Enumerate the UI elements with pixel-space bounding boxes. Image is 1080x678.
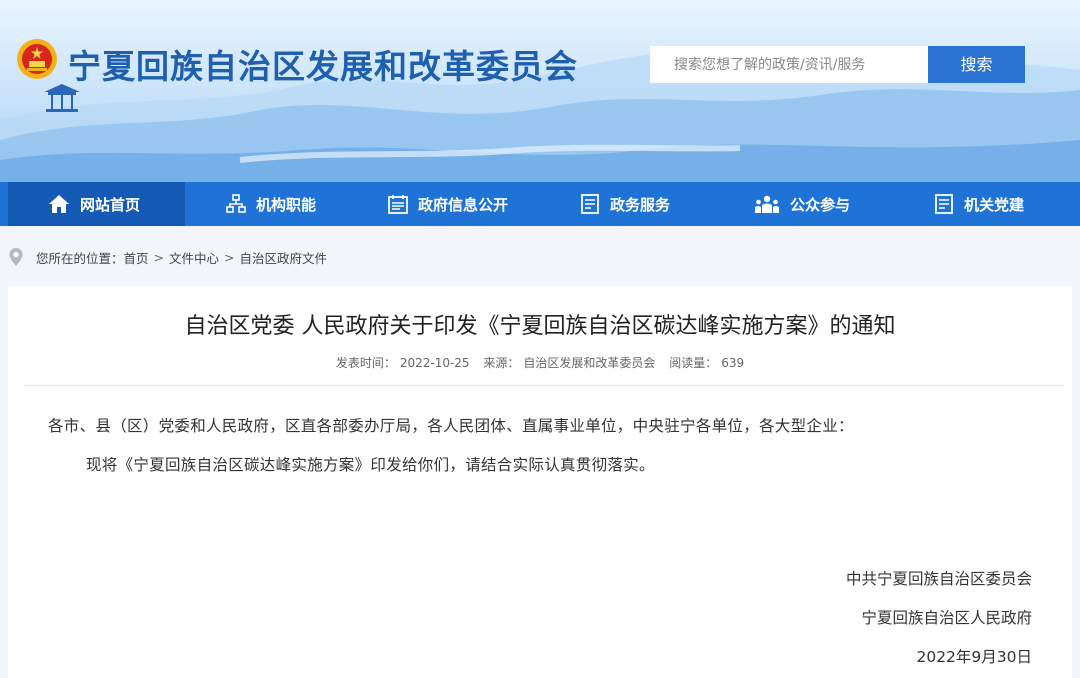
national-emblem-icon bbox=[17, 39, 57, 79]
nav-item-label: 网站首页 bbox=[80, 195, 141, 214]
search-input[interactable] bbox=[650, 46, 930, 83]
site-title: 宁夏回族自治区发展和改革委员会 bbox=[68, 47, 578, 86]
search-button[interactable]: 搜索 bbox=[928, 46, 1025, 83]
breadcrumb-separator: > bbox=[153, 249, 165, 265]
breadcrumb-home[interactable]: 首页 bbox=[124, 248, 149, 267]
nav-item-gov-info[interactable]: 政府信息公开 bbox=[388, 182, 508, 226]
nav-item-party[interactable]: 机关党建 bbox=[934, 182, 1024, 226]
mountain-scenery bbox=[0, 52, 1080, 182]
breadcrumb-separator: > bbox=[224, 249, 235, 265]
nav-item-label: 机构职能 bbox=[256, 195, 317, 214]
nav-item-label: 机关党建 bbox=[964, 195, 1025, 214]
nav-item-label: 公众参与 bbox=[790, 195, 851, 214]
signature-party-committee: 中共宁夏回族自治区委员会 bbox=[845, 570, 1032, 588]
nav-item-label: 政务服务 bbox=[610, 195, 671, 214]
location-pin-icon bbox=[9, 248, 23, 266]
breadcrumb-prefix: 您所在的位置： bbox=[36, 250, 124, 266]
breadcrumb-file-center[interactable]: 文件中心 bbox=[169, 248, 219, 267]
article-paragraph: 现将《宁夏回族自治区碳达峰实施方案》印发给你们，请结合实际认真贯彻落实。 bbox=[86, 456, 655, 474]
document-list-icon bbox=[581, 194, 599, 214]
nav-item-org[interactable]: 机构职能 bbox=[226, 182, 316, 226]
views-count: 639 bbox=[721, 356, 745, 370]
source: 自治区发展和改革委员会 bbox=[523, 356, 656, 370]
main-nav: 网站首页 机构职能 政府信息公开 政务服务 公众参与 机关党建 bbox=[0, 182, 1080, 226]
views-label: 阅读量： bbox=[669, 356, 718, 370]
home-icon bbox=[49, 195, 69, 213]
breadcrumb: 您所在的位置： 首页 > 文件中心 > 自治区政府文件 bbox=[8, 238, 327, 276]
nav-item-services[interactable]: 政务服务 bbox=[580, 182, 670, 226]
org-chart-icon bbox=[226, 194, 246, 213]
publish-date: 2022-10-25 bbox=[399, 356, 470, 370]
people-icon bbox=[755, 195, 779, 213]
article-container: 自治区党委 人民政府关于印发《宁夏回族自治区碳达峰实施方案》的通知 发表时间： 2… bbox=[8, 286, 1072, 678]
divider bbox=[24, 385, 1064, 386]
pavilion-logo bbox=[44, 84, 80, 112]
nav-item-label: 政府信息公开 bbox=[418, 195, 509, 214]
publish-date-label: 发表时间： bbox=[335, 356, 396, 370]
source-label: 来源： bbox=[483, 356, 520, 370]
article-meta: 发表时间： 2022-10-25 来源： 自治区发展和改革委员会 阅读量： 639 bbox=[8, 354, 1072, 371]
calendar-doc-icon bbox=[388, 195, 408, 214]
article-title: 自治区党委 人民政府关于印发《宁夏回族自治区碳达峰实施方案》的通知 bbox=[184, 314, 896, 339]
document-list-icon bbox=[935, 194, 953, 214]
nav-item-home[interactable]: 网站首页 bbox=[8, 182, 185, 226]
signature-government: 宁夏回族自治区人民政府 bbox=[861, 609, 1032, 627]
site-header: 宁夏回族自治区发展和改革委员会 搜索 bbox=[0, 0, 1080, 182]
article-paragraph: 各市、县（区）党委和人民政府，区直各部委办厅局，各人民团体、直属事业单位，中央驻… bbox=[48, 417, 854, 435]
signature-date: 2022年9月30日 bbox=[916, 648, 1032, 666]
nav-item-public[interactable]: 公众参与 bbox=[754, 182, 850, 226]
breadcrumb-gov-files[interactable]: 自治区政府文件 bbox=[240, 248, 328, 267]
